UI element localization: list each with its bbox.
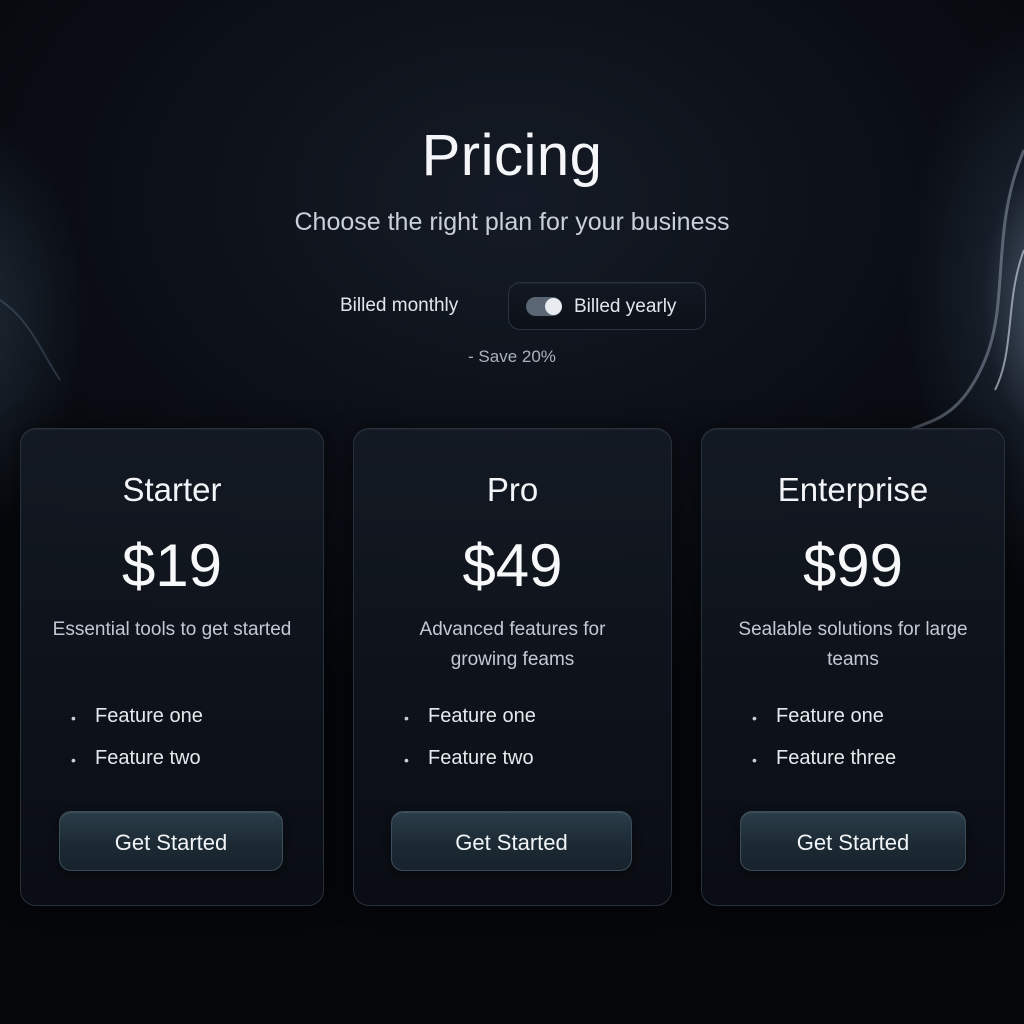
plan-price: $99 [802,532,904,599]
feature-text: Feature one [776,705,884,727]
get-started-button-starter[interactable]: Get Started [59,811,283,871]
billing-toggle-switch[interactable] [526,297,562,316]
feature-item: • Feature two [354,747,671,789]
plan-price: $19 [121,532,223,599]
bullet-icon: • [404,710,409,726]
bullet-icon: • [752,710,757,726]
feature-item: • Feature three [702,747,1004,789]
feature-list: • Feature one • Feature three [702,705,1004,789]
feature-item: • Feature one [702,705,1004,747]
billing-toggle-row: Billed monthly Billed yearly [0,282,1024,330]
feature-item: • Feature one [354,705,671,747]
feature-text: Feature one [428,705,536,727]
plan-name: Enterprise [777,471,929,508]
feature-item: • Feature two [21,747,323,789]
feature-text: Feature three [776,747,897,769]
toggle-knob [545,298,562,315]
feature-text: Feature two [428,747,534,769]
page-title: Pricing [421,123,603,188]
billed-yearly-option[interactable]: Billed yearly [508,282,706,330]
feature-text: Feature one [95,705,203,727]
plan-description: Essential tools to get started [52,619,292,640]
plan-name: Starter [122,471,222,508]
plan-card-enterprise: Enterprise $99 Sealable solutions for la… [701,428,1005,906]
bullet-icon: • [752,752,757,768]
bullet-icon: • [404,752,409,768]
billed-monthly-option[interactable]: Billed monthly [340,295,458,317]
plan-description: Sealable solutions for large teams [738,619,968,670]
save-note: - Save 20% [468,347,556,366]
billed-yearly-label: Billed yearly [574,296,677,317]
feature-item: • Feature one [21,705,323,747]
plan-card-pro: Pro $49 Advanced features for growing fe… [353,428,672,906]
feature-text: Feature two [95,747,201,769]
bullet-icon: • [71,752,76,768]
plan-price: $49 [462,532,563,599]
feature-list: • Feature one • Feature two [354,705,671,789]
get-started-button-pro[interactable]: Get Started [391,811,632,871]
plan-description: Advanced features for growing feams [419,619,606,670]
bullet-icon: • [71,710,76,726]
feature-list: • Feature one • Feature two [21,705,323,789]
plan-card-starter: Starter $19 Essential tools to get start… [20,428,324,906]
plan-name: Pro [486,471,539,508]
page-subtitle: Choose the right plan for your business [294,208,730,236]
get-started-button-enterprise[interactable]: Get Started [740,811,966,871]
